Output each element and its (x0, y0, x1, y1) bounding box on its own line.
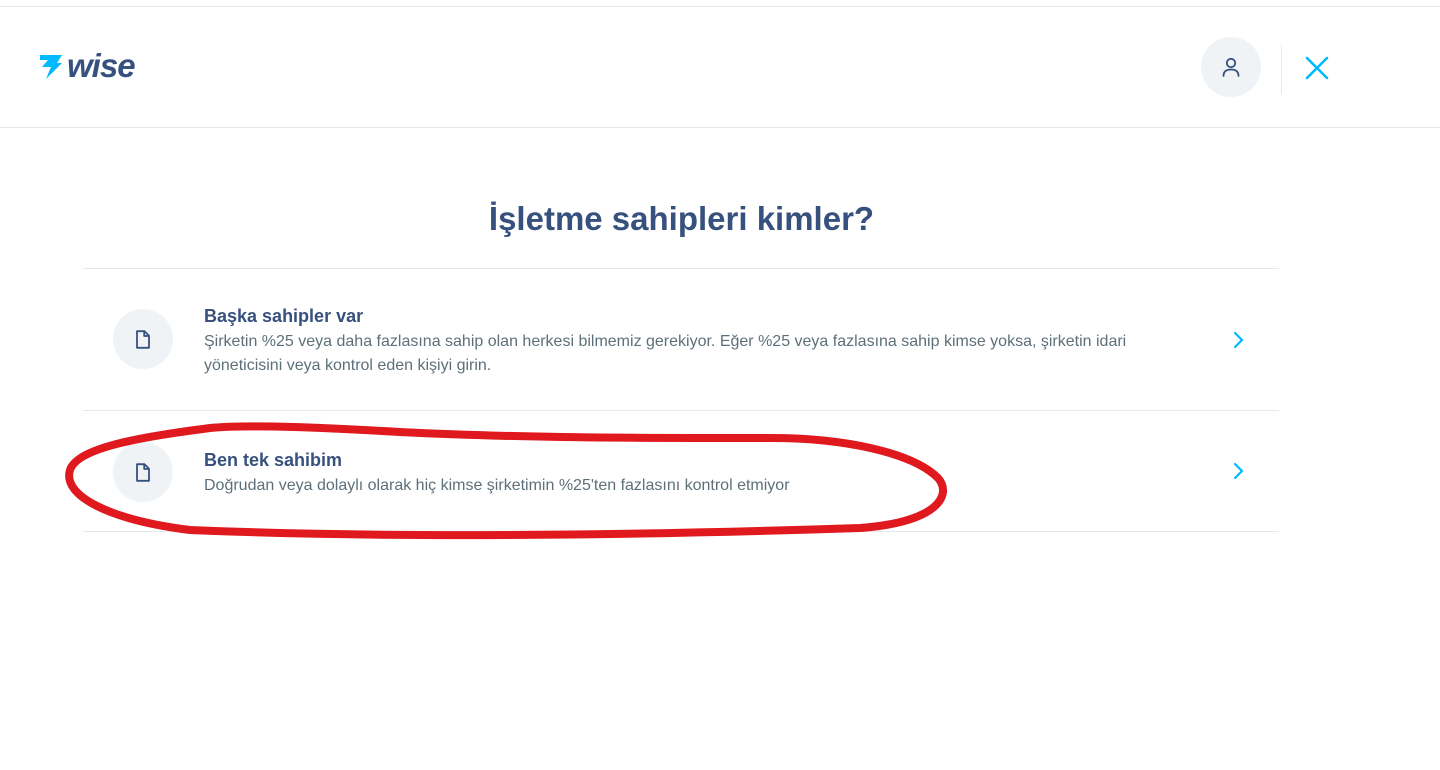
wise-logo[interactable]: wise (38, 47, 136, 84)
option-text: Başka sahipler var Şirketin %25 veya dah… (204, 304, 1204, 378)
page: wise İşletme sahipleri kimler? Başka sah… (0, 0, 1440, 770)
chevron-right-icon (1233, 462, 1244, 480)
close-icon (1305, 56, 1329, 80)
chevron-right-icon (1233, 331, 1244, 349)
header-divider (1281, 45, 1282, 94)
page-title: İşletme sahipleri kimler? (488, 200, 875, 238)
option-icon-circle (113, 309, 173, 369)
option-title: Ben tek sahibim (204, 450, 343, 470)
logo-text: wise (67, 47, 136, 84)
option-title: Başka sahipler var (204, 306, 364, 326)
option-icon-circle (113, 442, 173, 502)
document-icon (136, 329, 150, 349)
option-text: Ben tek sahibim Doğrudan veya dolaylı ol… (204, 448, 1204, 498)
header: wise (0, 7, 1440, 128)
wise-flag-icon (40, 55, 62, 79)
option-description: Şirketin %25 veya daha fazlasına sahip o… (204, 333, 1127, 374)
document-icon (136, 462, 150, 482)
account-button[interactable] (1201, 37, 1261, 97)
owner-options-list: Başka sahipler var Şirketin %25 veya dah… (83, 268, 1279, 532)
option-description: Doğrudan veya dolaylı olarak hiç kimse ş… (204, 477, 790, 494)
user-icon (1222, 57, 1240, 77)
option-sole-owner[interactable]: Ben tek sahibim Doğrudan veya dolaylı ol… (83, 411, 1279, 532)
option-other-owners[interactable]: Başka sahipler var Şirketin %25 veya dah… (83, 269, 1279, 411)
close-button[interactable] (1300, 51, 1334, 85)
